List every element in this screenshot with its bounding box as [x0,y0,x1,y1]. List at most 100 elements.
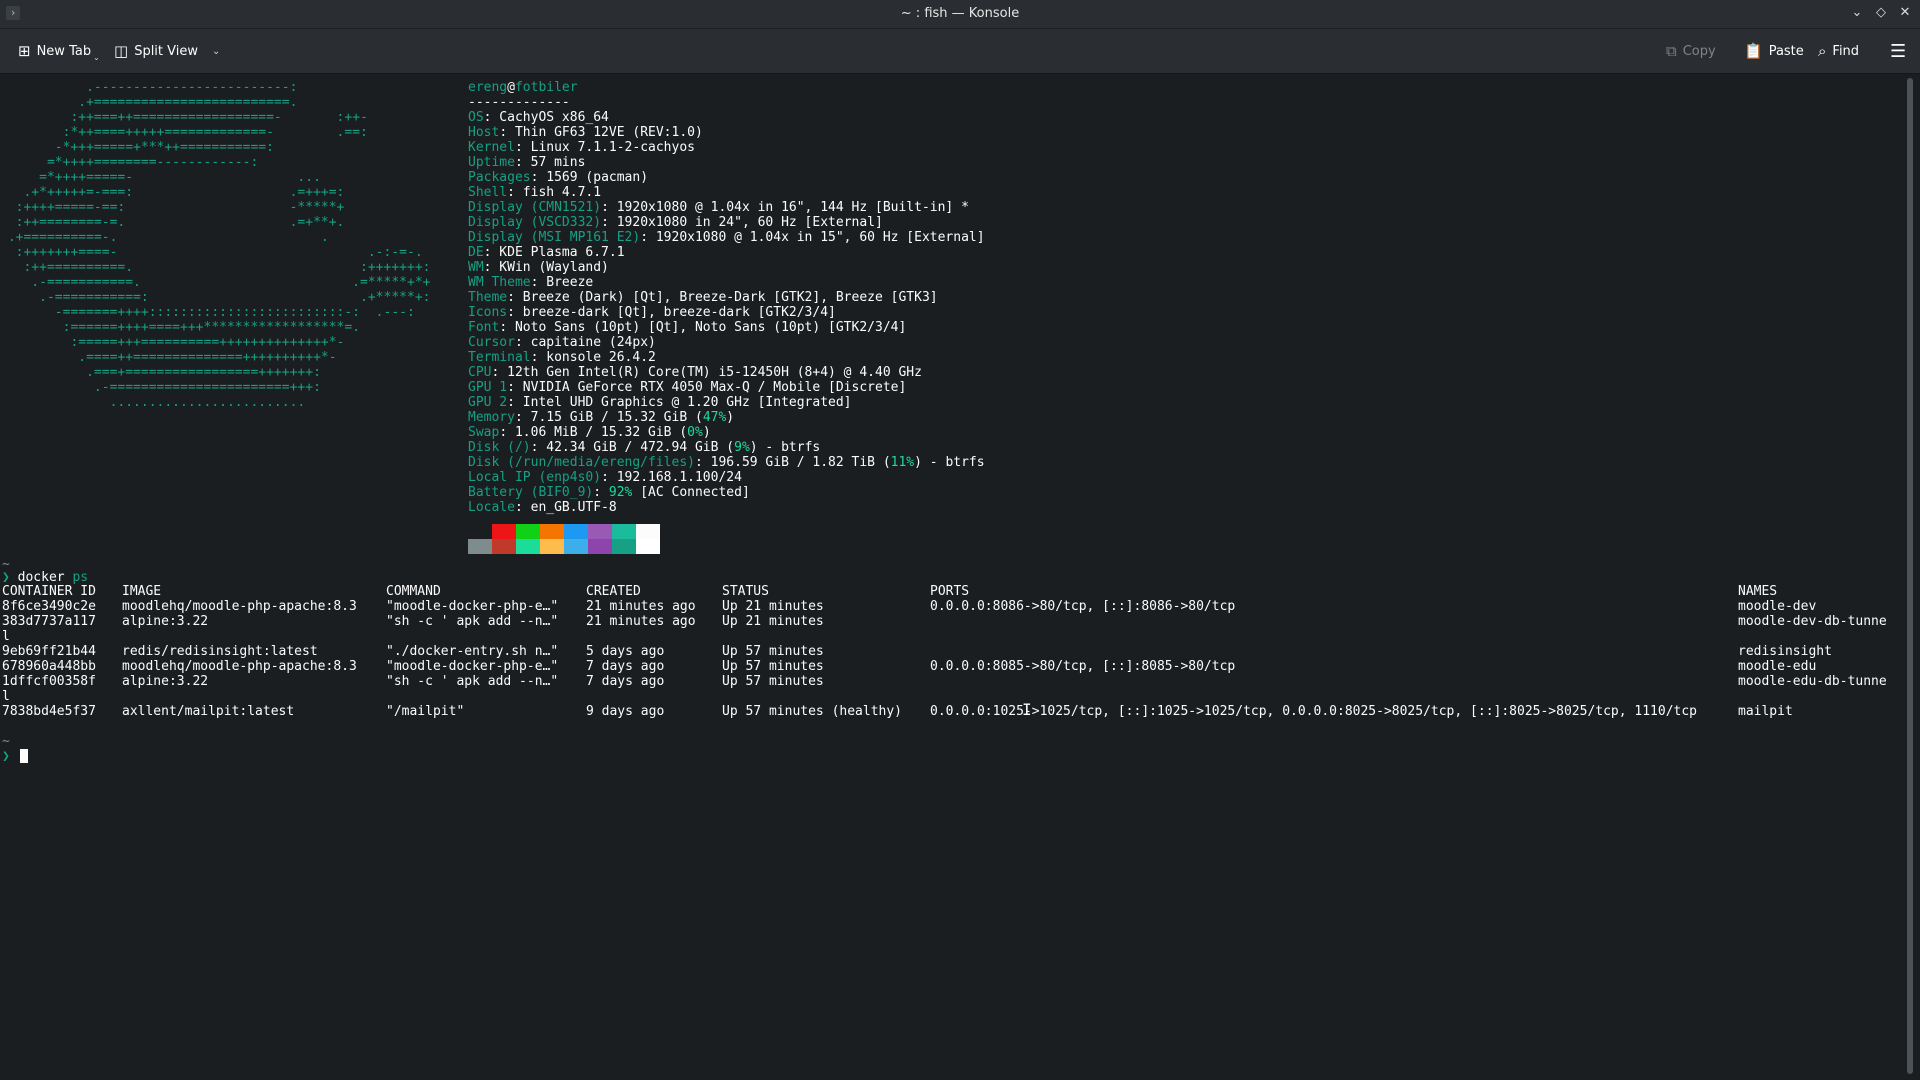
minimize-icon[interactable]: ⌄ [1848,4,1866,22]
split-view-button[interactable]: ◫ Split View ⌄ [108,37,226,65]
info-row: Icons: breeze-dark [Qt], breeze-dark [GT… [468,305,836,320]
table-cell: 5 days ago [586,644,665,659]
info-value: : 7.15 GiB / 15.32 GiB ( [514,410,703,425]
text-cursor [20,749,28,763]
table-cell: "moodle-docker-php-e…" [386,599,559,614]
info-key: Shell [468,185,508,200]
info-key: Cursor [468,335,515,350]
table-cell: 1dffcf00358f [2,674,96,689]
command-arg: ps [72,570,89,585]
command-line: ❯ docker ps [2,570,88,585]
logo-line: .+*+++++=-===: .=+++=: [0,185,345,200]
info-tail: ) - btrfs [914,455,985,470]
palette-swatch [468,524,492,539]
info-tail: ) - btrfs [749,440,821,455]
info-row: Display (CMN1521): 1920x1080 @ 1.04x in … [468,200,969,215]
info-value: : 1569 (pacman) [530,170,649,185]
info-key: Display (CMN1521) [468,200,602,215]
copy-button[interactable]: ⧉ Copy [1660,37,1722,65]
palette-swatch [636,524,660,539]
table-cell: 8f6ce3490c2e [2,599,96,614]
hamburger-menu-button[interactable]: ☰ [1884,37,1912,65]
prompt-cwd: ~ [2,734,10,749]
table-cell: 7 days ago [586,674,665,689]
table-cell: l [2,689,10,704]
find-button[interactable]: ⌕ Find [1812,37,1865,65]
info-value: : capitaine (24px) [514,335,656,350]
info-key: GPU 1 [468,380,508,395]
info-key: Swap [468,425,500,440]
info-key: OS [468,110,484,125]
info-value: : 1920x1080 @ 1.04x in 15", 60 Hz [Exter… [640,230,985,245]
info-percent: 47% [702,410,727,425]
table-cell: "sh -c ' apk add --n…" [386,674,559,689]
table-cell: redisinsight [1738,644,1832,659]
scrollbar-thumb[interactable] [1907,78,1913,1074]
info-value: : Linux 7.1.1-2-cachyos [514,140,695,155]
info-row: Host: Thin GF63 12VE (REV:1.0) [468,125,703,140]
table-cell: alpine:3.22 [122,614,209,629]
mouse-ibeam-icon: I [1022,700,1032,719]
new-tab-icon: ⊞ [18,41,31,60]
terminal-scrollbar[interactable] [1906,76,1914,1076]
table-cell: 7 days ago [586,659,665,674]
info-key: Uptime [468,155,515,170]
logo-line: -*+++=====+***++===========: [0,140,274,155]
info-value: : Intel UHD Graphics @ 1.20 GHz [Integra… [507,395,852,410]
logo-line: .+==========-. . [0,230,329,245]
table-header-cell: STATUS [722,584,769,599]
info-row: GPU 2: Intel UHD Graphics @ 1.20 GHz [In… [468,395,852,410]
info-value: : Breeze (Dark) [Qt], Breeze-Dark [GTK2]… [507,290,938,305]
palette-swatch [588,539,612,554]
terminal-view[interactable]: .-------------------------: .+==========… [0,74,1902,1080]
paste-button[interactable]: 📋 Paste [1738,37,1810,65]
palette-swatch [516,539,540,554]
info-value: : Noto Sans (10pt) [Qt], Noto Sans (10pt… [499,320,907,335]
prompt-symbol: ❯ [2,749,10,764]
table-cell: moodle-edu [1738,659,1817,674]
palette-swatch [468,539,492,554]
chevron-down-icon[interactable]: ⌄ [212,46,220,57]
info-row: Kernel: Linux 7.1.1-2-cachyos [468,140,695,155]
table-cell: 21 minutes ago [586,599,696,614]
info-row: Shell: fish 4.7.1 [468,185,601,200]
close-icon[interactable]: ✕ [1896,4,1914,22]
info-key: GPU 2 [468,395,508,410]
table-cell: "moodle-docker-php-e…" [386,659,559,674]
table-cell: Up 21 minutes [722,599,824,614]
logo-line: -=======++++:::::::::::::::::::::::::-: … [0,305,415,320]
palette-swatch [516,524,540,539]
logo-line: :*++====+++++=============- .==: [0,125,368,140]
new-tab-dropdown-icon[interactable]: ⌄ [93,53,100,62]
info-value: : NVIDIA GeForce RTX 4050 Max-Q / Mobile… [507,380,907,395]
info-row: Swap: 1.06 MiB / 15.32 GiB (0%) [468,425,711,440]
info-row: CPU: 12th Gen Intel(R) Core(TM) i5-12450… [468,365,922,380]
new-tab-label: New Tab [36,43,92,59]
table-header-cell: IMAGE [122,584,162,599]
maximize-icon[interactable]: ◇ [1872,4,1890,22]
info-key: Theme [468,290,508,305]
info-row: Packages: 1569 (pacman) [468,170,648,185]
copy-label: Copy [1682,43,1716,59]
info-value: : [593,485,609,500]
info-key: Icons [468,305,508,320]
info-value: : 57 mins [514,155,586,170]
info-row: Cursor: capitaine (24px) [468,335,656,350]
info-key: WM Theme [468,275,531,290]
table-cell: Up 57 minutes [722,644,824,659]
info-value: : 192.168.1.100/24 [601,470,742,485]
table-header-cell: CREATED [586,584,641,599]
info-tail: ) [702,425,711,440]
info-key: Kernel [468,140,515,155]
table-cell: "/mailpit" [386,704,465,719]
info-percent: 92% [608,485,633,500]
table-cell: 678960a448bb [2,659,96,674]
logo-line: =*++++========------------: [0,155,259,170]
logo-line: :++==========. :+++++++: [0,260,431,275]
info-value: : Thin GF63 12VE (REV:1.0) [499,125,703,140]
table-cell: "sh -c ' apk add --n…" [386,614,559,629]
info-key: Disk (/) [468,440,531,455]
info-percent: 11% [890,455,915,470]
new-tab-button[interactable]: ⊞ New Tab ⌄ [12,37,106,65]
table-cell: 383d7737a117 [2,614,96,629]
